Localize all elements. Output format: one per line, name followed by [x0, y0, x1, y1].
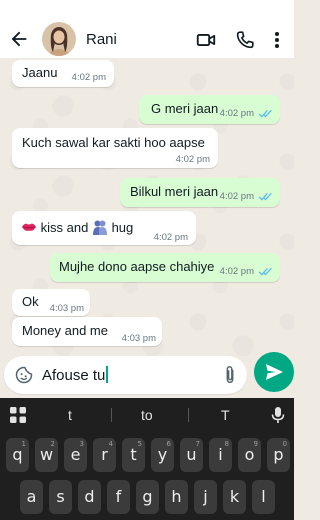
- avatar[interactable]: [42, 22, 76, 56]
- key-hint: 9: [253, 440, 258, 448]
- key-label: l: [261, 487, 266, 506]
- key-y[interactable]: y6: [151, 438, 174, 472]
- message-time: 4:02 pm: [219, 108, 254, 119]
- key-k[interactable]: k: [223, 480, 246, 514]
- key-label: j: [203, 487, 208, 506]
- composer-bar: Afouse tu: [0, 356, 294, 394]
- keyboard: t to T q1 w2 e3 r4 t5 y6 u7 i8 o9 p0 a s…: [0, 398, 294, 520]
- key-l[interactable]: l: [252, 480, 275, 514]
- message-time: 4:02 pm: [71, 72, 106, 83]
- outgoing-message[interactable]: G meri jaan 4:02 pm: [139, 95, 280, 124]
- key-h[interactable]: h: [165, 480, 188, 514]
- message-text: Jaanu: [22, 65, 58, 80]
- text-cursor: [106, 366, 108, 383]
- key-w[interactable]: w2: [35, 438, 58, 472]
- read-receipt-icon: [258, 192, 272, 201]
- contact-name[interactable]: Rani: [86, 31, 117, 48]
- key-label: t: [130, 445, 137, 464]
- key-g[interactable]: g: [136, 480, 159, 514]
- key-label: k: [229, 487, 240, 506]
- mic-icon[interactable]: [271, 406, 285, 424]
- key-hint: 8: [224, 440, 229, 448]
- message-text: Ok: [22, 294, 39, 309]
- key-label: i: [218, 445, 223, 464]
- kiss-mark-emoji: [22, 223, 36, 231]
- message-text: G meri jaan: [151, 101, 219, 116]
- video-call-icon[interactable]: [195, 29, 217, 51]
- typed-text: Afouse tu: [42, 367, 106, 384]
- key-label: g: [142, 487, 153, 506]
- message-text: Kuch sawal kar sakti hoo aapse: [22, 135, 205, 150]
- sticker-icon[interactable]: [14, 365, 34, 385]
- message-input[interactable]: Afouse tu: [4, 356, 247, 394]
- message-text-part: hug: [111, 220, 134, 235]
- back-arrow-icon[interactable]: [8, 28, 30, 50]
- key-hint: 2: [50, 440, 55, 448]
- incoming-message[interactable]: Ok 4:03 pm: [12, 289, 90, 316]
- key-o[interactable]: o9: [238, 438, 261, 472]
- message-text: kiss and hug: [21, 219, 133, 235]
- key-t[interactable]: t5: [122, 438, 145, 472]
- attach-icon[interactable]: [221, 365, 239, 385]
- key-u[interactable]: u7: [180, 438, 203, 472]
- key-hint: 1: [21, 440, 26, 448]
- key-hint: 4: [108, 440, 113, 448]
- incoming-message[interactable]: Kuch sawal kar sakti hoo aapse 4:02 pm: [12, 128, 218, 168]
- key-p[interactable]: p0: [267, 438, 290, 472]
- message-text: Mujhe dono aapse chahiye: [59, 259, 215, 274]
- outgoing-message[interactable]: Mujhe dono aapse chahiye 4:02 pm: [50, 253, 280, 282]
- phone-icon[interactable]: [234, 29, 256, 51]
- chat-area[interactable]: Jaanu 4:02 pm G meri jaan 4:02 pm Kuch s…: [0, 58, 294, 356]
- message-time: 4:03 pm: [49, 303, 84, 314]
- message-time: 4:02 pm: [219, 191, 254, 202]
- key-label: r: [101, 445, 108, 464]
- key-hint: 5: [137, 440, 142, 448]
- incoming-message[interactable]: Money and me 4:03 pm: [12, 317, 162, 346]
- key-hint: 0: [282, 440, 287, 448]
- suggestion-divider: [188, 408, 189, 422]
- incoming-message[interactable]: Jaanu 4:02 pm: [12, 60, 114, 87]
- key-label: a: [26, 487, 37, 506]
- key-r[interactable]: r4: [93, 438, 116, 472]
- suggestion[interactable]: T: [221, 407, 230, 423]
- message-time: 4:02 pm: [219, 266, 254, 277]
- send-icon: [266, 364, 283, 380]
- read-receipt-icon: [258, 109, 272, 118]
- key-q[interactable]: q1: [6, 438, 29, 472]
- message-time: 4:03 pm: [121, 333, 156, 344]
- key-f[interactable]: f: [107, 480, 130, 514]
- key-label: s: [56, 487, 65, 506]
- key-label: f: [115, 487, 122, 506]
- key-hint: 7: [195, 440, 200, 448]
- key-hint: 6: [166, 440, 171, 448]
- suggestion-strip: t to T: [0, 398, 294, 432]
- key-i[interactable]: i8: [209, 438, 232, 472]
- message-time: 4:02 pm: [153, 232, 188, 243]
- suggestion[interactable]: t: [68, 407, 72, 423]
- read-receipt-icon: [258, 267, 272, 276]
- more-vert-icon[interactable]: [269, 29, 285, 51]
- message-time: 4:02 pm: [175, 154, 210, 165]
- key-s[interactable]: s: [49, 480, 72, 514]
- message-text: Money and me: [22, 323, 108, 338]
- apps-grid-icon[interactable]: [9, 406, 27, 424]
- suggestion[interactable]: to: [141, 407, 153, 423]
- key-label: h: [171, 487, 182, 506]
- message-input-text[interactable]: Afouse tu: [42, 366, 108, 384]
- key-j[interactable]: j: [194, 480, 217, 514]
- people-hugging-emoji: [92, 220, 107, 235]
- suggestion-divider: [111, 408, 112, 422]
- key-e[interactable]: e3: [64, 438, 87, 472]
- send-button[interactable]: [254, 352, 294, 392]
- outgoing-message[interactable]: Bilkul meri jaan 4:02 pm: [120, 178, 280, 207]
- key-a[interactable]: a: [20, 480, 43, 514]
- key-d[interactable]: d: [78, 480, 101, 514]
- key-hint: 3: [79, 440, 84, 448]
- key-label: d: [84, 487, 95, 506]
- message-text: Bilkul meri jaan: [130, 184, 219, 199]
- incoming-message[interactable]: kiss and hug 4:02 pm: [12, 211, 196, 245]
- message-text-part: kiss and: [40, 220, 89, 235]
